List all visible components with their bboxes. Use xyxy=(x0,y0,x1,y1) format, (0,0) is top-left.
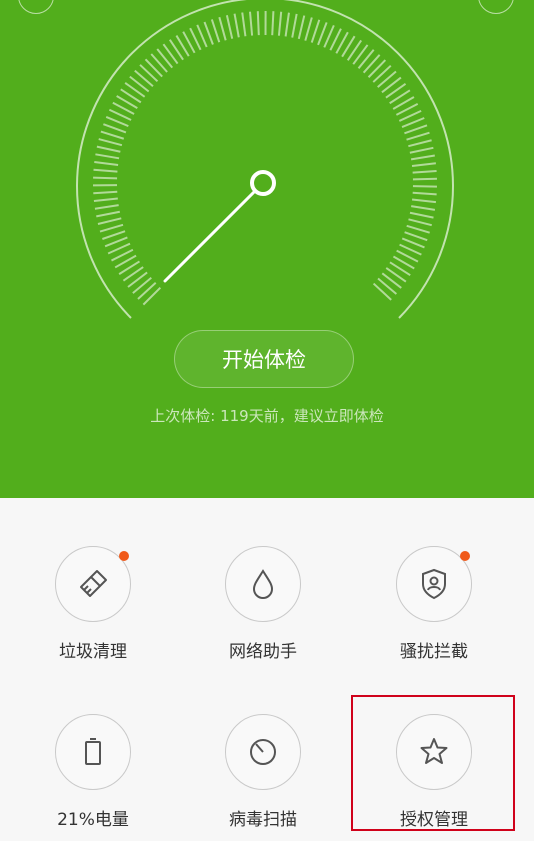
gauge-tick xyxy=(203,21,214,45)
gauge-tick xyxy=(144,58,163,78)
gauge-tick xyxy=(412,170,437,174)
gauge-pivot-icon xyxy=(250,170,276,196)
gauge-tick xyxy=(310,19,321,43)
gauge-tick xyxy=(412,177,437,181)
battery-icon xyxy=(85,738,101,765)
tool-label: 授权管理 xyxy=(400,810,468,830)
gauge-tick xyxy=(99,223,124,233)
gauge-tick xyxy=(210,19,221,43)
tool-virus-scan[interactable]: 病毒扫描 xyxy=(183,714,343,830)
speed-gauge xyxy=(76,0,454,319)
gauge-ticks xyxy=(93,10,437,306)
gauge-tick xyxy=(256,11,260,36)
gauge-tick xyxy=(367,59,387,78)
start-checkup-button[interactable]: 开始体检 xyxy=(174,330,354,388)
gauge-tick xyxy=(406,224,430,234)
gauge-tick xyxy=(150,53,168,73)
virus-scan-icon-circle xyxy=(225,714,301,790)
notification-badge xyxy=(119,551,129,561)
gauge-tick xyxy=(139,64,159,83)
gauge-tick xyxy=(291,13,298,38)
gauge-tick xyxy=(401,237,425,249)
gauge-tick xyxy=(411,205,436,211)
scan-icon xyxy=(250,739,276,765)
permission-management-icon-circle xyxy=(396,714,472,790)
tool-network-assistant[interactable]: 网络助手 xyxy=(183,546,343,662)
gauge-tick xyxy=(93,190,118,195)
gauge-tick xyxy=(249,11,254,36)
gauge-tick xyxy=(372,282,392,301)
battery-icon-circle xyxy=(55,714,131,790)
tool-battery[interactable]: 21%电量 xyxy=(13,714,173,830)
harassment-block-icon-circle xyxy=(396,546,472,622)
gauge-tick xyxy=(225,15,234,39)
gauge-tick xyxy=(411,162,436,167)
gauge-tick xyxy=(401,117,425,129)
gauge-tick xyxy=(93,197,118,202)
gauge-tick xyxy=(98,138,123,147)
gauge-tick xyxy=(94,204,119,210)
gauge-tick xyxy=(137,282,157,300)
gauge-tick xyxy=(218,16,227,41)
gauge-tick xyxy=(304,17,313,41)
gauge-tick xyxy=(412,191,437,196)
gauge-tick xyxy=(372,64,392,83)
gauge-tick xyxy=(233,13,240,38)
broom-icon xyxy=(80,570,107,597)
gauge-tick xyxy=(408,139,432,148)
gauge-tick xyxy=(406,131,430,141)
gauge-tick xyxy=(105,115,129,128)
gauge-tick xyxy=(95,153,120,160)
gauge-tick xyxy=(284,12,290,37)
gauge-tick xyxy=(317,22,328,46)
gauge-tick xyxy=(93,168,118,173)
gauge-tick xyxy=(96,145,121,153)
tool-label: 垃圾清理 xyxy=(59,642,127,662)
tool-label: 病毒扫描 xyxy=(229,810,297,830)
gauge-tick xyxy=(411,198,437,204)
star-icon xyxy=(420,738,448,764)
drop-icon xyxy=(252,569,274,599)
gauge-tick xyxy=(241,12,247,37)
network-assistant-icon-circle xyxy=(225,546,301,622)
gauge-tick xyxy=(271,11,275,36)
gauge-tick xyxy=(412,185,437,188)
tool-label: 21%电量 xyxy=(57,810,129,830)
gauge-tick xyxy=(408,218,432,227)
gauge-tick xyxy=(404,231,428,242)
gauge-tick xyxy=(93,176,118,180)
tools-grid: 垃圾清理 网络助手 骚扰拦截 21%电量 病毒扫描 授权管理 xyxy=(0,498,534,841)
gauge-tick xyxy=(102,230,126,240)
last-check-status: 上次体检: 119天前，建议立即体检 xyxy=(150,407,384,425)
tool-label: 网络助手 xyxy=(229,642,297,662)
gauge-tick xyxy=(410,154,435,161)
gauge-tick xyxy=(409,211,434,219)
gauge-tick xyxy=(362,54,381,74)
gauge-tick xyxy=(100,130,125,140)
gauge-tick xyxy=(103,123,127,134)
tool-harassment-block[interactable]: 骚扰拦截 xyxy=(354,546,514,662)
gauge-tick xyxy=(104,236,128,248)
tool-label: 骚扰拦截 xyxy=(400,642,468,662)
gauge-tick xyxy=(409,146,434,154)
gauge-tick xyxy=(94,161,119,166)
gauge-needle-icon xyxy=(163,189,257,283)
gauge-tick xyxy=(142,286,162,306)
gauge-tick xyxy=(404,124,428,135)
junk-cleanup-icon-circle xyxy=(55,546,131,622)
hero-panel: 开始体检 上次体检: 119天前，建议立即体检 xyxy=(0,0,534,498)
shield-user-icon xyxy=(422,568,446,600)
gauge-tick xyxy=(297,15,306,40)
gauge-tick xyxy=(96,210,121,218)
gauge-tick xyxy=(277,11,283,36)
tool-junk-cleanup[interactable]: 垃圾清理 xyxy=(13,546,173,662)
notification-badge xyxy=(460,551,470,561)
tool-permission-management[interactable]: 授权管理 xyxy=(354,714,514,830)
gauge-tick xyxy=(97,217,122,225)
